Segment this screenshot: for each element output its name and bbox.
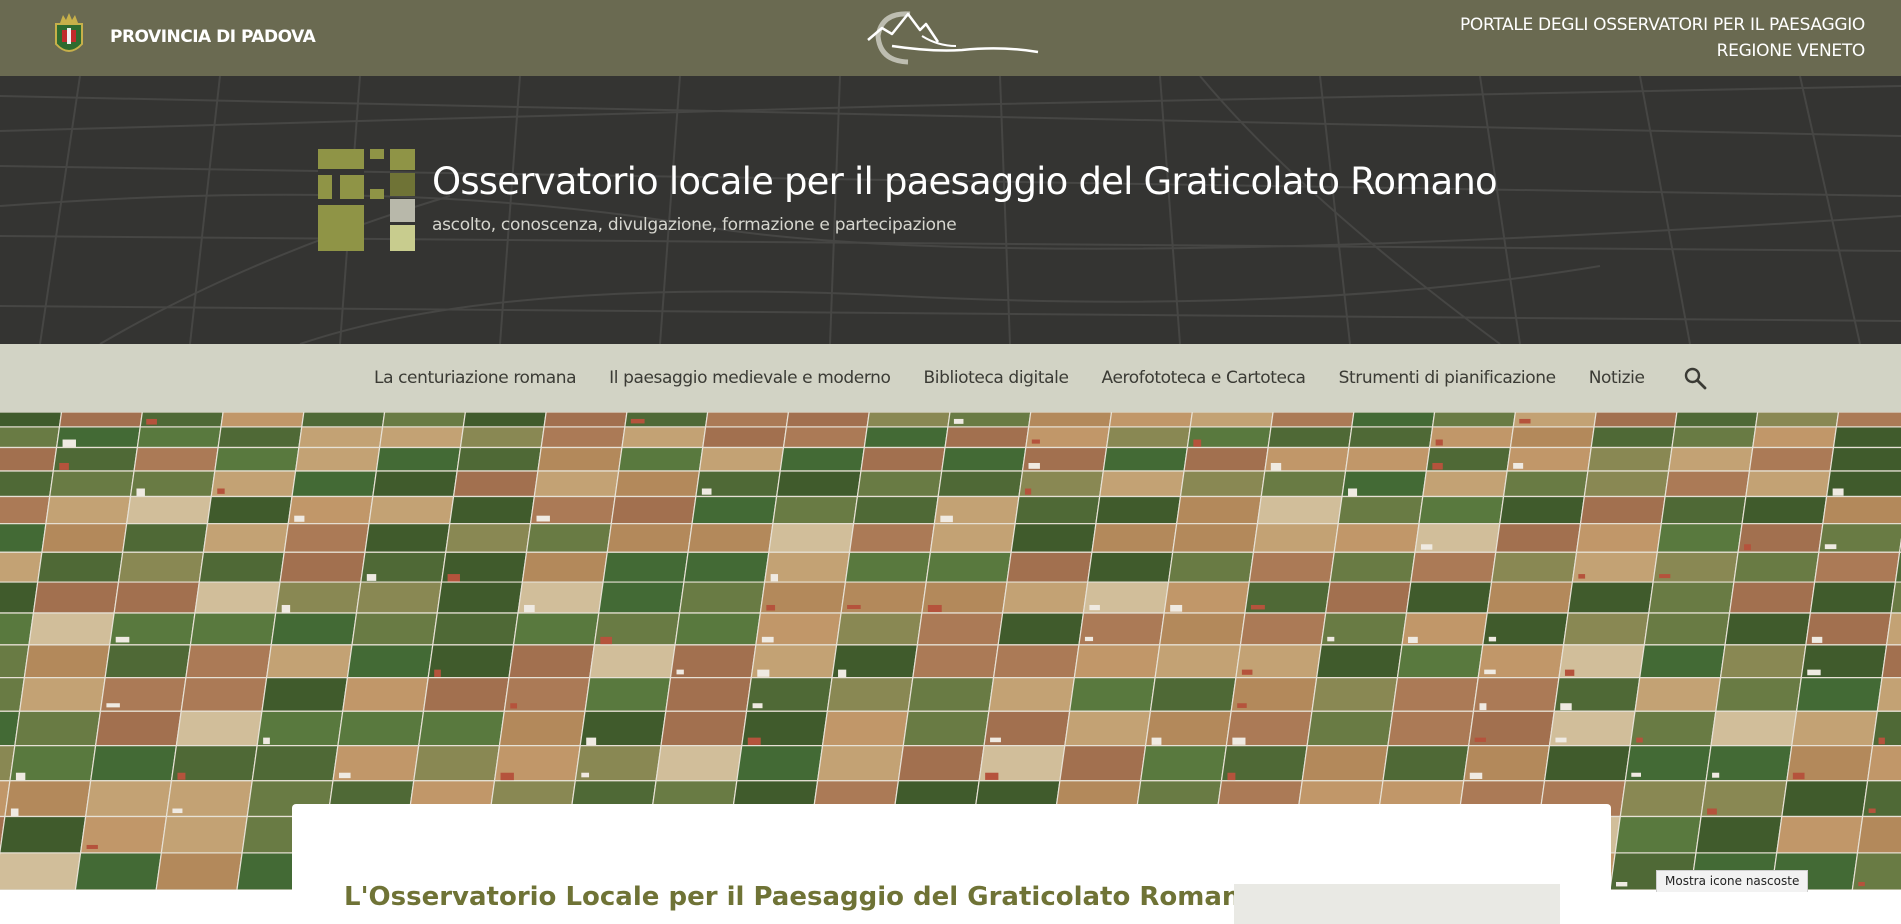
top-bar: PROVINCIA DI PADOVA PORTALE DEGLI OSSERV… [0, 0, 1901, 76]
portal-line-2: REGIONE VENETO [1716, 41, 1866, 61]
portal-line-1: PORTALE DEGLI OSSERVATORI PER IL PAESAGG… [1459, 15, 1865, 35]
intro-image [1234, 884, 1560, 924]
main-navigation: La centuriazione romana Il paesaggio med… [0, 344, 1901, 412]
nav-item-notizie[interactable]: Notizie [1589, 368, 1645, 388]
site-title[interactable]: Osservatorio locale per il paesaggio del… [432, 160, 1498, 203]
site-tagline: ascolto, conoscenza, divulgazione, forma… [432, 215, 957, 235]
nav-item-aerofototeca-cartoteca[interactable]: Aerofototeca e Cartoteca [1102, 368, 1306, 388]
portal-title[interactable]: PORTALE DEGLI OSSERVATORI PER IL PAESAGG… [1460, 12, 1865, 64]
nav-item-paesaggio-medievale[interactable]: Il paesaggio medievale e moderno [609, 368, 891, 388]
portal-logo-icon[interactable] [862, 6, 1040, 68]
map-background-pattern [0, 76, 1901, 344]
province-crest-icon[interactable] [52, 10, 86, 60]
observatory-logo-icon[interactable] [318, 149, 415, 251]
nav-item-centuriazione-romana[interactable]: La centuriazione romana [374, 368, 577, 388]
content-card: L'Osservatorio Locale per il Paesaggio d… [292, 804, 1611, 924]
province-name[interactable]: PROVINCIA DI PADOVA [110, 27, 316, 47]
search-icon[interactable] [1683, 366, 1707, 390]
nav-item-biblioteca-digitale[interactable]: Biblioteca digitale [924, 368, 1069, 388]
show-hidden-icons-tooltip[interactable]: Mostra icone nascoste [1656, 870, 1809, 892]
site-header: Osservatorio locale per il paesaggio del… [0, 76, 1901, 344]
nav-item-strumenti-pianificazione[interactable]: Strumenti di pianificazione [1339, 368, 1557, 388]
